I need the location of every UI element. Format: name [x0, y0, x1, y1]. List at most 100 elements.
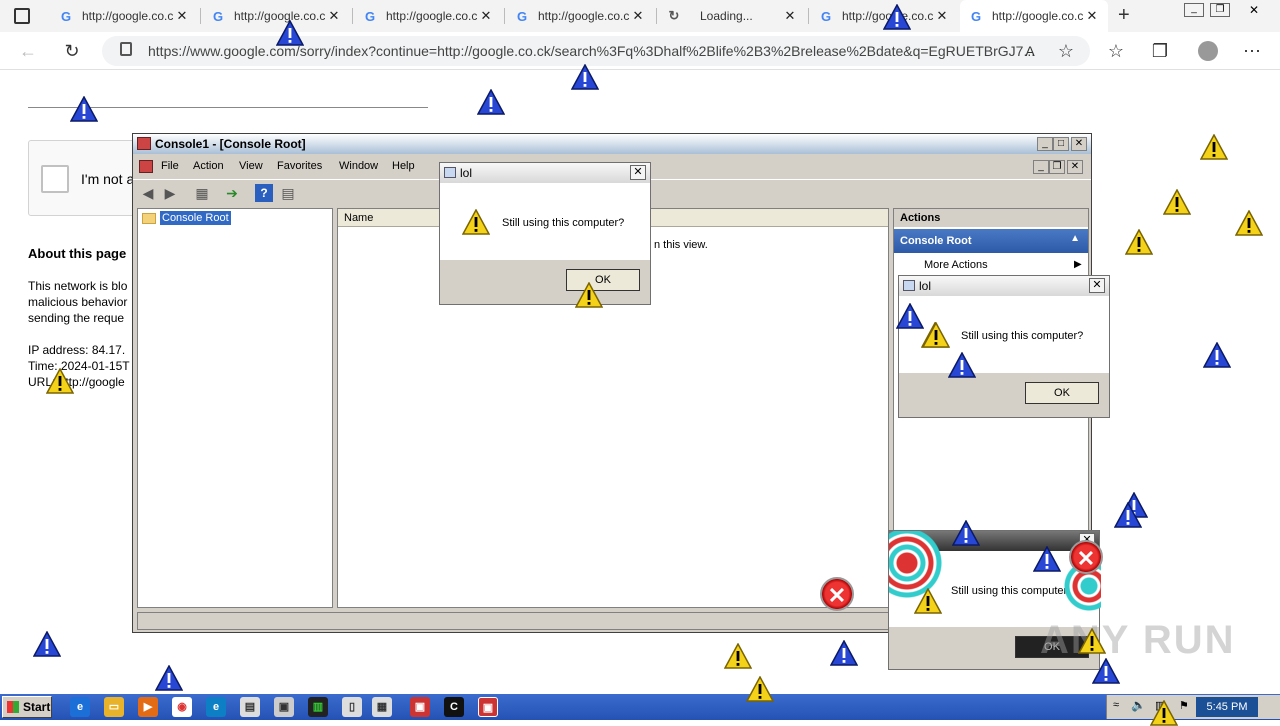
- address-bar[interactable]: https://www.google.com/sorry/index?conti…: [102, 36, 1090, 66]
- tray-expand-icon[interactable]: ≈: [1113, 699, 1119, 711]
- menu-favorites[interactable]: Favorites: [277, 160, 322, 172]
- page-text-line: malicious behavior: [28, 295, 128, 309]
- tab-title: Loading...: [700, 9, 753, 23]
- export-list-icon[interactable]: ➔: [223, 184, 241, 202]
- child-close-button[interactable]: ✕: [1067, 160, 1083, 174]
- maximize-button[interactable]: □: [1053, 137, 1069, 151]
- child-restore-button[interactable]: ❐: [1049, 160, 1065, 174]
- dialog-message: Still using this computer?: [502, 217, 625, 229]
- close-tab-icon[interactable]: ✕: [326, 8, 342, 24]
- blue-warning-icon: [33, 631, 61, 657]
- close-tab-icon[interactable]: ✕: [478, 8, 494, 24]
- blue-warning-icon: [883, 4, 911, 30]
- volume-icon[interactable]: 🔈: [1131, 698, 1146, 712]
- folder-icon: [142, 212, 156, 224]
- new-tab-icon[interactable]: +: [1118, 4, 1130, 27]
- refresh-icon[interactable]: ↻: [58, 38, 86, 64]
- mmc-titlebar[interactable]: Console1 - [Console Root]: [133, 134, 1091, 154]
- close-tab-icon[interactable]: ✕: [934, 8, 950, 24]
- menu-action[interactable]: Action: [193, 160, 224, 172]
- actions-section-console-root[interactable]: Console Root ▲: [894, 229, 1088, 253]
- taskbar: Start e ▭ ▶ ◉ e ▤ ▣ ▥ ▯ ▦ ▣ C ▣ ≈ 🔈 ▥ ⚑: [0, 694, 1280, 720]
- back-icon[interactable]: ←: [14, 38, 42, 64]
- warning-icon: [746, 676, 774, 702]
- recaptcha-box[interactable]: I'm not a: [28, 140, 138, 216]
- menu-view[interactable]: View: [239, 160, 263, 172]
- lock-icon: [120, 42, 132, 56]
- minimize-button[interactable]: _: [1037, 137, 1053, 151]
- blue-warning-icon: [571, 64, 599, 90]
- tab-actions-icon[interactable]: [14, 8, 30, 24]
- edge-icon[interactable]: e: [206, 697, 226, 717]
- close-window-icon[interactable]: ✕: [1236, 3, 1272, 17]
- menu-help[interactable]: Help: [392, 160, 415, 172]
- blue-warning-icon: [896, 303, 924, 329]
- favorites-icon[interactable]: ☆: [1102, 38, 1130, 64]
- chrome-icon[interactable]: ◉: [172, 697, 192, 717]
- tab-7-active[interactable]: G http://google.co.ck ✕: [960, 0, 1108, 32]
- more-actions-label: More Actions: [924, 259, 988, 271]
- menu-file[interactable]: File: [161, 160, 179, 172]
- tab-5[interactable]: ↻ Loading... ✕: [658, 0, 806, 32]
- child-minimize-button[interactable]: _: [1033, 160, 1049, 174]
- more-menu-icon[interactable]: ⋯: [1238, 38, 1266, 64]
- add-favorite-icon[interactable]: ☆: [1052, 38, 1080, 64]
- help-icon[interactable]: ?: [255, 184, 273, 202]
- tab-1[interactable]: G http://google.co.ck ✕: [50, 0, 198, 32]
- calculator-icon[interactable]: ▦: [372, 697, 392, 717]
- recaptcha-checkbox[interactable]: [41, 165, 69, 193]
- read-aloud-icon[interactable]: A: [1016, 38, 1044, 64]
- warning-icon: [1078, 628, 1106, 654]
- tree-item-console-root[interactable]: Console Root: [142, 211, 231, 225]
- google-icon: G: [516, 8, 528, 24]
- more-actions-item[interactable]: More Actions ▶: [924, 259, 1082, 271]
- flag-icon[interactable]: ⚑: [1179, 699, 1189, 712]
- close-tab-icon[interactable]: ✕: [174, 8, 190, 24]
- document-icon[interactable]: ▯: [342, 697, 362, 717]
- tab-3[interactable]: G http://google.co.ck ✕: [354, 0, 502, 32]
- ie-icon[interactable]: e: [70, 697, 90, 717]
- menu-window[interactable]: Window: [339, 160, 378, 172]
- back-arrow-icon[interactable]: ◀: [139, 184, 157, 202]
- start-button[interactable]: Start: [2, 696, 52, 718]
- ok-button[interactable]: OK: [1025, 382, 1099, 404]
- blue-warning-icon: [1092, 658, 1120, 684]
- console-doc-icon: [139, 160, 153, 173]
- watermark: ANY RUN: [1040, 618, 1236, 662]
- dialog-close-button[interactable]: ✕: [630, 165, 646, 180]
- close-tab-icon[interactable]: ✕: [630, 8, 646, 24]
- collections-icon[interactable]: ❐: [1146, 38, 1174, 64]
- restore-icon[interactable]: ❐: [1210, 3, 1230, 17]
- cmd-taskbar-icon[interactable]: C: [444, 697, 464, 717]
- blue-warning-icon: [1203, 342, 1231, 368]
- computer-icon[interactable]: ▣: [274, 697, 294, 717]
- close-tab-icon[interactable]: ✕: [1084, 8, 1100, 24]
- blue-warning-icon: [155, 665, 183, 691]
- taskbar-clock[interactable]: 5:45 PM: [1196, 697, 1258, 717]
- dialog-message: Still using this computer?: [961, 330, 1084, 342]
- notepad-icon[interactable]: ▤: [240, 697, 260, 717]
- profile-avatar[interactable]: [1194, 38, 1222, 64]
- mmc-active-taskbar-icon[interactable]: ▣: [478, 697, 498, 717]
- submenu-arrow-icon: ▶: [1074, 259, 1082, 270]
- explorer-icon[interactable]: ▭: [104, 697, 124, 717]
- show-tree-icon[interactable]: ▦: [193, 184, 211, 202]
- minimize-icon[interactable]: _: [1184, 3, 1204, 17]
- forward-arrow-icon[interactable]: ▶: [161, 184, 179, 202]
- tab-4[interactable]: G http://google.co.ck ✕: [506, 0, 654, 32]
- warning-icon: [46, 368, 74, 394]
- blue-warning-icon: [1033, 546, 1061, 572]
- blue-warning-icon: [1114, 502, 1142, 528]
- spinner-icon: ↻: [668, 8, 680, 23]
- dialog-close-button[interactable]: ✕: [1089, 278, 1105, 293]
- close-tab-icon[interactable]: ✕: [782, 8, 798, 24]
- mmc-app-icon: [137, 137, 151, 150]
- task-icon[interactable]: ▥: [308, 697, 328, 717]
- mmc-taskbar-icon[interactable]: ▣: [410, 697, 430, 717]
- media-player-icon[interactable]: ▶: [138, 697, 158, 717]
- show-action-pane-icon[interactable]: ▤: [279, 184, 297, 202]
- dialog-titlebar[interactable]: lol: [899, 276, 1109, 296]
- close-button[interactable]: ✕: [1071, 137, 1087, 151]
- empty-list-message: n this view.: [654, 239, 708, 251]
- dialog-titlebar[interactable]: lol: [440, 163, 650, 183]
